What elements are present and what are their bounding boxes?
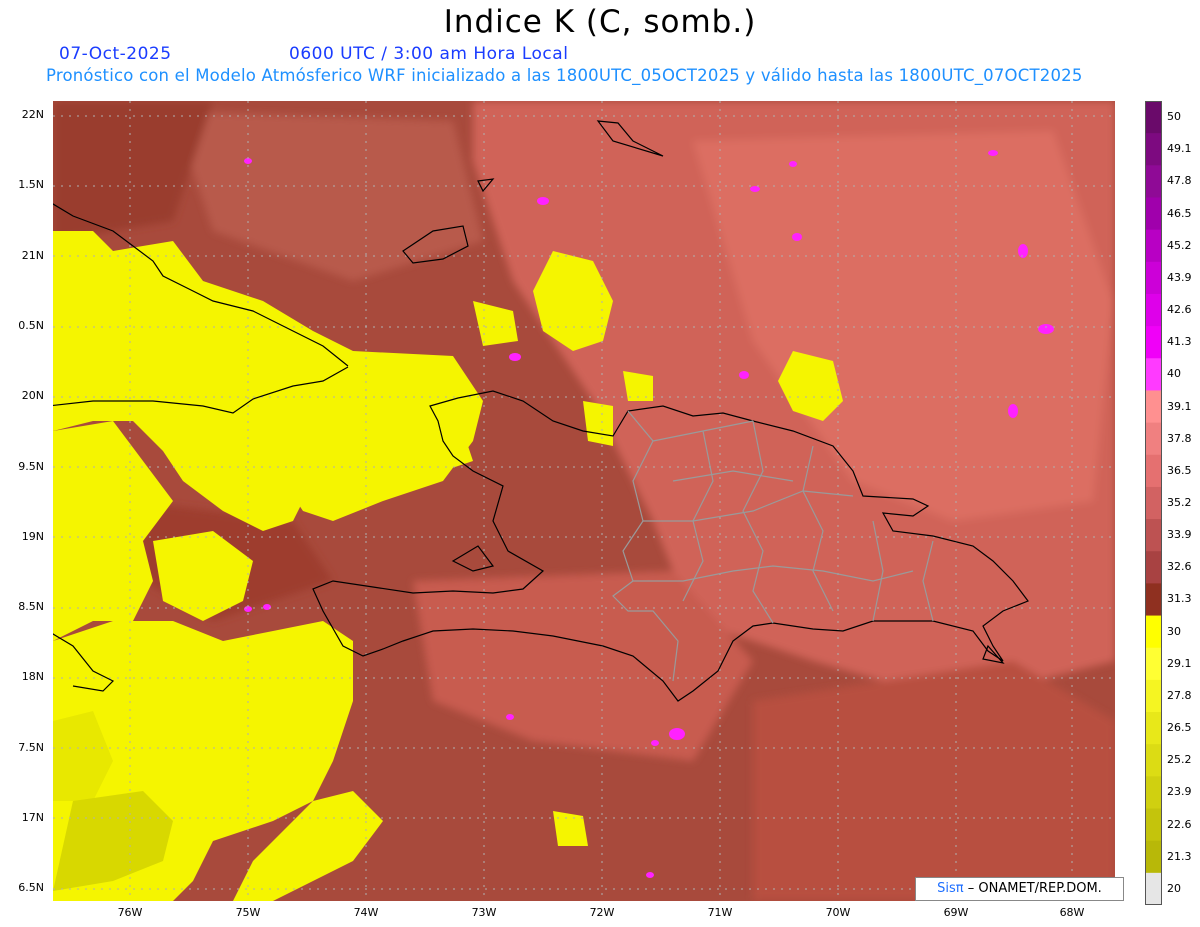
colorbar-swatch	[1145, 872, 1162, 905]
lat-label: 1.5N	[18, 178, 44, 191]
lat-label: 17N	[21, 811, 44, 824]
colorbar-tick-label: 42.6	[1167, 303, 1192, 317]
date-label: 07-Oct-2025	[59, 44, 172, 64]
colorbar-swatch	[1145, 229, 1162, 263]
colorbar-tick-label: 41.3	[1167, 335, 1192, 349]
colorbar-swatch	[1145, 551, 1162, 584]
colorbar-tick-label: 23.9	[1167, 785, 1192, 799]
lon-label: 74W	[353, 906, 379, 919]
lat-label: 6.5N	[18, 881, 44, 894]
lat-label: 22N	[21, 108, 44, 121]
lon-label: 69W	[943, 906, 969, 919]
colorbar-swatch	[1145, 293, 1162, 327]
sispi-logo: Sisπ	[937, 881, 964, 896]
colorbar-tick-label: 37.8	[1167, 431, 1192, 445]
map-title: Indice K (C, somb.)	[443, 4, 757, 40]
colorbar-swatch	[1145, 133, 1162, 166]
colorbar-swatch	[1145, 744, 1162, 777]
colorbar-tick-label: 47.8	[1167, 174, 1192, 188]
lat-label: 8.5N	[18, 600, 44, 613]
colorbar-tick-label: 32.6	[1167, 560, 1192, 574]
colorbar-tick-label: 20	[1167, 881, 1181, 895]
colorbar-swatch	[1145, 358, 1162, 391]
colorbar-swatch	[1145, 101, 1162, 134]
colorbar-tick-label: 30	[1167, 624, 1181, 638]
colorbar-swatch	[1145, 583, 1162, 617]
colorbar-swatch	[1145, 615, 1162, 649]
lon-label: 68W	[1059, 906, 1085, 919]
k-index-map	[53, 101, 1115, 901]
colorbar-swatch	[1145, 390, 1162, 424]
colorbar-swatch	[1145, 712, 1162, 745]
colorbar-tick-label: 39.1	[1167, 399, 1192, 413]
colorbar-swatch	[1145, 486, 1162, 520]
colorbar-tick-label: 26.5	[1167, 721, 1192, 735]
colorbar-tick-label: 33.9	[1167, 528, 1192, 542]
colorbar-tick-label: 25.2	[1167, 753, 1192, 767]
colorbar-tick-label: 21.3	[1167, 849, 1192, 863]
colorbar-swatch	[1145, 422, 1162, 456]
time-label: 0600 UTC / 3:00 am Hora Local	[289, 44, 569, 64]
lat-label: 20N	[21, 389, 44, 402]
colorbar-tick-label: 36.5	[1167, 463, 1192, 477]
lon-label: 75W	[235, 906, 261, 919]
colorbar-tick-label: 27.8	[1167, 688, 1192, 702]
colorbar-swatch	[1145, 454, 1162, 488]
colorbar-swatch	[1145, 261, 1162, 295]
colorbar-swatch	[1145, 776, 1162, 810]
lat-label: 19N	[21, 530, 44, 543]
colorbar-tick-label: 50	[1167, 110, 1181, 124]
lat-label: 0.5N	[18, 319, 44, 332]
colorbar-tick-label: 31.3	[1167, 592, 1192, 606]
colorbar-swatch	[1145, 647, 1162, 681]
colorbar-swatch	[1145, 840, 1162, 874]
forecast-info: Pronóstico con el Modelo Atmósferico WRF…	[46, 66, 1083, 85]
lon-label: 70W	[825, 906, 851, 919]
colorbar-swatch	[1145, 165, 1162, 198]
colorbar-swatch	[1145, 326, 1162, 359]
colorbar-tick-label: 46.5	[1167, 206, 1192, 220]
lon-label: 76W	[117, 906, 143, 919]
lon-label: 73W	[471, 906, 497, 919]
lat-label: 21N	[21, 249, 44, 262]
colorbar-swatch	[1145, 679, 1162, 713]
colorbar-swatch	[1145, 197, 1162, 231]
lat-label: 7.5N	[18, 741, 44, 754]
colorbar	[1145, 101, 1162, 905]
colorbar-swatch	[1145, 808, 1162, 842]
lon-label: 72W	[589, 906, 615, 919]
lat-label: 18N	[21, 670, 44, 683]
colorbar-tick-label: 45.2	[1167, 238, 1192, 252]
credit-box: Sisπ – ONAMET/REP.DOM.	[915, 877, 1124, 901]
colorbar-tick-label: 43.9	[1167, 270, 1192, 284]
colorbar-tick-label: 22.6	[1167, 817, 1192, 831]
colorbar-tick-label: 29.1	[1167, 656, 1192, 670]
credit-text: – ONAMET/REP.DOM.	[967, 881, 1102, 896]
lon-label: 71W	[707, 906, 733, 919]
colorbar-tick-label: 35.2	[1167, 496, 1192, 509]
colorbar-swatch	[1145, 519, 1162, 552]
colorbar-tick-label: 40	[1167, 367, 1181, 381]
colorbar-tick-label: 49.1	[1167, 142, 1192, 156]
lat-label: 9.5N	[18, 460, 44, 473]
